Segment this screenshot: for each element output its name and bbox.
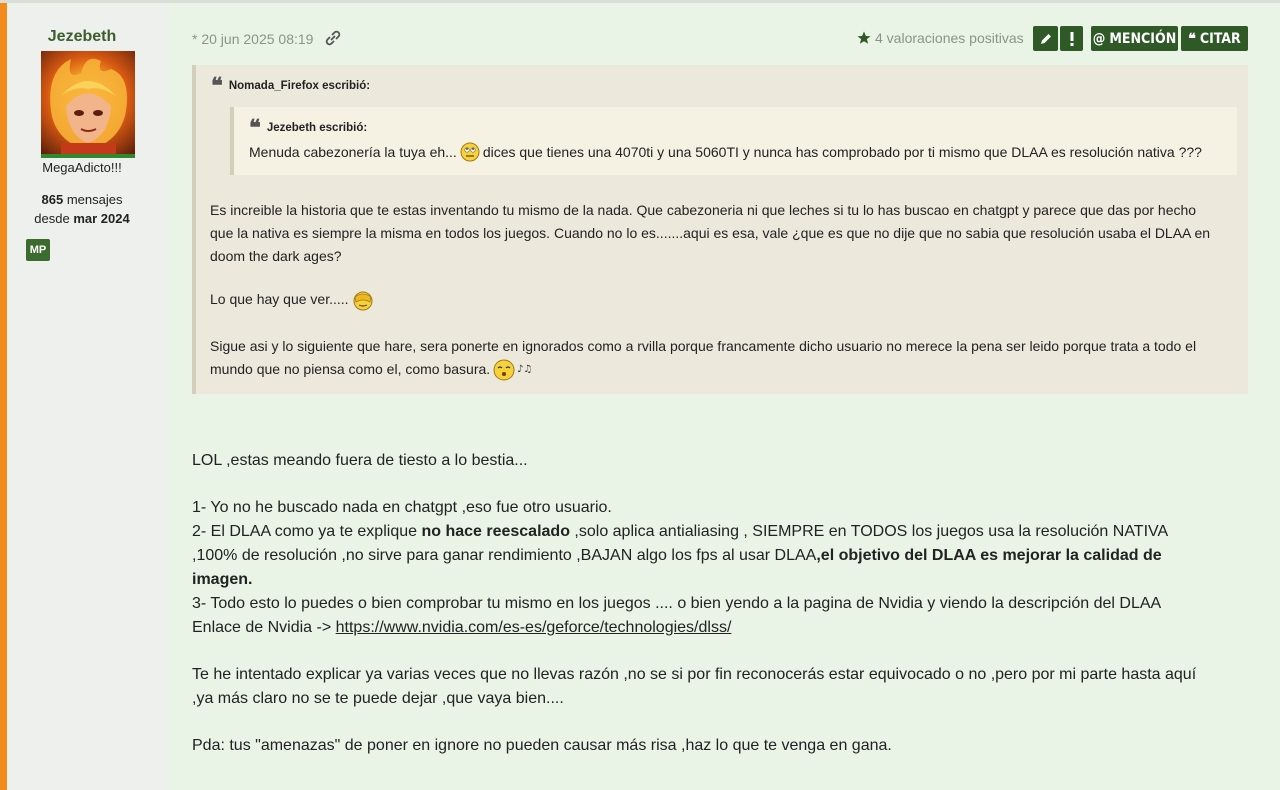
post-paragraph-3-line-1: Te he intentado explicar ya varias veces…	[192, 666, 1197, 683]
member-since-label: desde	[34, 211, 74, 226]
item-2-text-a: 2- El DLAA como ya te explique	[192, 523, 422, 540]
quote-header: ❝ Nomada_Firefox escribió:	[211, 75, 370, 97]
item-2-text-c: ,100% de resolución ,no sirve para ganar…	[192, 547, 817, 564]
top-divider	[0, 0, 1280, 3]
quote-paragraph-1-line-1: Es increible la historia que te estas in…	[210, 202, 1197, 218]
pencil-icon	[1040, 33, 1051, 44]
svg-text:♪♫: ♪♫	[517, 364, 532, 375]
edit-button[interactable]	[1033, 26, 1058, 51]
at-icon: @	[1092, 30, 1106, 47]
item-2-bold-c: imagen.	[192, 571, 253, 588]
nested-quote-header: ❝ Jezebeth escribió:	[249, 117, 367, 139]
forum-post-page: Jezebeth MegaAdicto!!! 865 mensajes desd…	[0, 0, 1280, 790]
nested-quote-text-start: Menuda cabezonería la tuya eh...	[249, 144, 457, 160]
post-list: 1- Yo no he buscado nada en chatgpt ,eso…	[192, 496, 1252, 640]
post-list-item-1: 1- Yo no he buscado nada en chatgpt ,eso…	[192, 499, 612, 516]
nested-quote-block: ❝ Jezebeth escribió: Menuda cabezonería …	[230, 107, 1237, 175]
exclamation-icon	[1070, 31, 1073, 46]
link-icon[interactable]	[325, 30, 341, 46]
avatar-image	[50, 58, 127, 154]
quote-paragraph-2-text: Lo que hay que ver.....	[210, 291, 349, 307]
post-count-label: mensajes	[63, 192, 123, 207]
nvidia-link[interactable]: https://www.nvidia.com/es-es/geforce/tec…	[336, 619, 732, 636]
quote-paragraph-3: Sigue asi y lo siguiente que hare, sera …	[210, 335, 1240, 381]
quote-mark-icon: ❝	[211, 73, 223, 99]
item-2-text-b: ,solo aplica antialiasing , SIEMPRE en T…	[569, 523, 1169, 540]
post-list-item-3: 3- Todo esto lo puedes o bien comprobar …	[192, 595, 1162, 612]
member-since-date: mar 2024	[73, 211, 130, 226]
post-count: 865	[41, 192, 64, 207]
quote-mark-icon: ❝	[249, 115, 261, 141]
post-paragraph-3-line-2: ,ya más claro no se te puede dejar ,que …	[192, 690, 564, 707]
post-count-line: 865 mensajes	[7, 190, 157, 209]
report-button[interactable]	[1060, 26, 1083, 51]
post-date: * 20 jun 2025 08:19	[192, 31, 314, 47]
post-paragraph-3: Te he intentado explicar ya varias veces…	[192, 663, 1252, 711]
mention-label: MENCIÓN	[1109, 30, 1177, 47]
user-stats: 865 mensajes desde mar 2024	[7, 190, 157, 228]
quote-paragraph-1-line-3: doom the dark ages?	[210, 248, 342, 264]
user-rank-title: MegaAdicto!!!	[42, 160, 122, 175]
quote-label: CITAR	[1199, 30, 1241, 47]
reactions-label: 4 valoraciones positivas	[875, 30, 1024, 46]
quote-paragraph-3-line-2: mundo que no piensa como el, como basura…	[210, 361, 491, 377]
post-list-item-2: 2- El DLAA como ya te explique no hace r…	[192, 520, 1252, 592]
post-paragraph-1: LOL ,estas meando fuera de tiesto a lo b…	[192, 452, 528, 469]
item-2-bold-a: no hace reescalado	[421, 523, 570, 540]
mention-button[interactable]: @ MENCIÓN	[1091, 26, 1178, 51]
reactions-summary[interactable]: 4 valoraciones positivas	[857, 30, 1024, 46]
quote-paragraph-1-line-2: que la nativa es siempre la misma en tod…	[210, 225, 1211, 241]
whistling-emoji-icon: ♪♫	[493, 359, 533, 380]
member-since-line: desde mar 2024	[7, 209, 157, 228]
star-icon	[857, 31, 871, 44]
post-paragraph-4: Pda: tus "amenazas" de poner en ignore n…	[192, 737, 892, 754]
nested-quote-text-end: dices que tienes una 4070ti y una 5060TI…	[482, 144, 1202, 160]
quote-author[interactable]: Nomada_Firefox escribió:	[229, 80, 370, 92]
nested-quote-author[interactable]: Jezebeth escribió:	[267, 122, 367, 134]
avatar-status-bar	[41, 154, 135, 158]
quote-paragraph-1: Es increible la historia que te estas in…	[210, 199, 1240, 268]
quote-button[interactable]: ❝ CITAR	[1181, 26, 1248, 51]
nested-quote-text: Menuda cabezonería la tuya eh... dices q…	[249, 142, 1202, 162]
item-2-bold-b: ,el objetivo del DLAA es mejorar la cali…	[816, 547, 1162, 564]
quote-block: ❝ Nomada_Firefox escribió: ❝ Jezebeth es…	[192, 65, 1248, 394]
user-panel-arrow	[147, 3, 167, 23]
link-prefix: Enlace de Nvidia ->	[192, 619, 336, 636]
quote-icon: ❝	[1188, 30, 1196, 47]
user-avatar[interactable]	[41, 51, 135, 154]
quote-paragraph-3-line-2-row: mundo que no piensa como el, como basura…	[210, 358, 1240, 381]
facepalm-emoji-icon	[353, 291, 373, 310]
private-message-button[interactable]: MP	[26, 239, 50, 261]
username-link[interactable]: Jezebeth	[7, 28, 157, 46]
rolling-eyes-emoji-icon	[460, 142, 480, 162]
quote-paragraph-2: Lo que hay que ver.....	[210, 288, 1240, 311]
quote-paragraph-3-line-1: Sigue asi y lo siguiente que hare, sera …	[210, 338, 1197, 354]
nvidia-link-line: Enlace de Nvidia -> https://www.nvidia.c…	[192, 616, 1252, 640]
